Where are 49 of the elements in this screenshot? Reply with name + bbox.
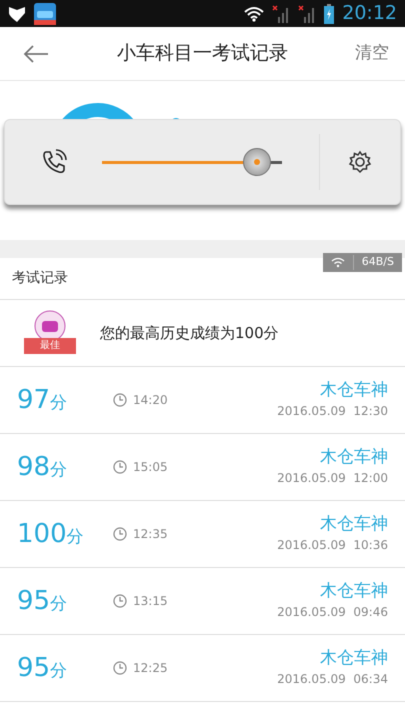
record-row[interactable]: 95分 12:25 木仓车神 2016.05.09 06:34 [0, 635, 405, 702]
clock-icon [113, 594, 127, 608]
wifi-icon [244, 6, 264, 22]
date-text: 2016.05.09 10:36 [277, 536, 388, 554]
volume-slider[interactable] [102, 147, 282, 177]
signal-icon [298, 4, 316, 22]
score-text: 95分 [16, 584, 68, 618]
date-text: 2016.05.09 12:00 [277, 470, 388, 487]
duration-text: 12:25 [133, 660, 168, 677]
page-title: 小车科目一考试记录 [116, 41, 289, 66]
date-text: 2016.05.09 09:46 [277, 604, 388, 621]
clock-icon [113, 393, 127, 407]
user-name: 木仓车神 [320, 514, 388, 536]
score-text: 97分 [16, 384, 68, 416]
user-name: 木仓车神 [320, 648, 388, 670]
score-text: 95分 [16, 652, 68, 684]
slider-thumb[interactable] [242, 148, 271, 176]
duration-text: 14:20 [133, 392, 168, 409]
back-arrow-icon [23, 44, 49, 62]
settings-icon[interactable] [348, 150, 372, 174]
duration-text: 13:15 [133, 593, 168, 610]
user-name: 木仓车神 [320, 380, 388, 402]
record-row[interactable]: 98分 15:05 木仓车神 2016.05.09 12:00 [0, 434, 405, 501]
date-text: 2016.05.09 06:34 [277, 670, 388, 688]
network-speed-badge: 64B/S [322, 253, 402, 272]
user-name: 木仓车神 [320, 581, 388, 603]
duration-text: 15:05 [133, 459, 168, 476]
shield-icon [8, 6, 26, 22]
score-text: 100分 [16, 518, 85, 550]
signal-icon [272, 4, 290, 22]
clock-icon [113, 460, 127, 474]
record-row[interactable]: 100分 12:35 木仓车神 2016.05.09 10:36 [0, 501, 405, 568]
wifi-icon [330, 257, 345, 268]
section-title: 考试记录 [12, 269, 68, 288]
clock-icon [113, 527, 127, 541]
date-text: 2016.05.09 12:30 [277, 402, 388, 420]
user-name: 木仓车神 [320, 447, 388, 469]
battery-icon [324, 4, 334, 24]
best-score-text: 您的最高历史成绩为100分 [100, 322, 279, 344]
clock-time: 20:12 [342, 4, 397, 23]
score-text: 98分 [16, 450, 68, 484]
clear-button[interactable]: 清空 [333, 40, 405, 66]
clock-icon [113, 661, 127, 675]
duration-text: 12:35 [133, 526, 168, 543]
record-row[interactable]: 95分 13:15 木仓车神 2016.05.09 09:46 [0, 568, 405, 635]
best-badge: 最佳 [18, 310, 82, 356]
phone-icon[interactable] [40, 149, 66, 175]
record-row[interactable]: 97分 14:20 木仓车神 2016.05.09 12:30 [0, 367, 405, 434]
car-app-icon[interactable] [34, 2, 56, 24]
